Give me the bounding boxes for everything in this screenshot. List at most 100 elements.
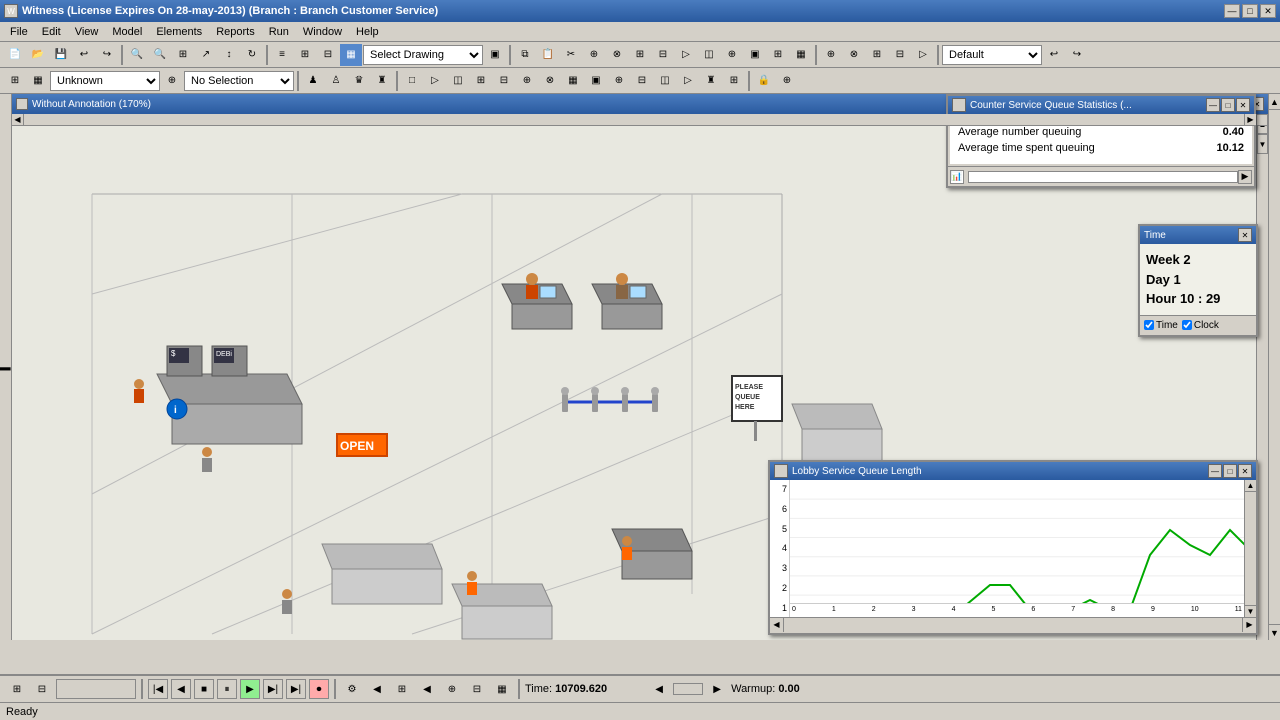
tool6[interactable]: ⊕ xyxy=(583,44,605,66)
t2-9[interactable]: ▷ xyxy=(424,70,446,92)
pb-next[interactable]: ▶| xyxy=(263,679,283,699)
stats-min[interactable]: — xyxy=(1206,98,1220,112)
stats-scrollbar[interactable] xyxy=(968,171,1238,183)
tool19[interactable]: ⊟ xyxy=(889,44,911,66)
menu-window[interactable]: Window xyxy=(297,25,348,39)
t2-7[interactable]: ♜ xyxy=(371,70,393,92)
time-checkbox[interactable] xyxy=(1144,320,1154,330)
t2-11[interactable]: ⊞ xyxy=(470,70,492,92)
cut-button[interactable]: ✂ xyxy=(560,44,582,66)
pb-input[interactable] xyxy=(56,679,136,699)
tool21[interactable]: ↩ xyxy=(1043,44,1065,66)
tool1[interactable]: ≡ xyxy=(271,44,293,66)
tool5[interactable]: ▣ xyxy=(484,44,506,66)
pb-end[interactable]: ▶| xyxy=(286,679,306,699)
menu-elements[interactable]: Elements xyxy=(150,25,208,39)
left-handle[interactable]: ▐ xyxy=(0,94,12,640)
tool15[interactable]: ▦ xyxy=(790,44,812,66)
t2-19[interactable]: ◫ xyxy=(654,70,676,92)
tool10[interactable]: ▷ xyxy=(675,44,697,66)
menu-reports[interactable]: Reports xyxy=(210,25,261,39)
pb-start[interactable]: |◀ xyxy=(148,679,168,699)
open-button[interactable]: 📂 xyxy=(27,44,49,66)
stats-max[interactable]: □ xyxy=(1221,98,1235,112)
t2-24[interactable]: ⊕ xyxy=(776,70,798,92)
stats-scroll-right[interactable]: ▶ xyxy=(1238,170,1252,184)
new-button[interactable]: 📄 xyxy=(4,44,26,66)
queue-hscrollbar[interactable]: ◀ ▶ xyxy=(770,617,1256,631)
time-slider[interactable] xyxy=(673,683,703,695)
pb-tool3[interactable]: ⚙ xyxy=(341,678,363,700)
hscroll-left[interactable]: ◀ xyxy=(12,114,24,125)
stats-chart-icon[interactable]: 📊 xyxy=(950,170,964,184)
pb-tool7[interactable]: ⊕ xyxy=(441,678,463,700)
tool3[interactable]: ⊟ xyxy=(317,44,339,66)
tool14[interactable]: ⊞ xyxy=(767,44,789,66)
tool11[interactable]: ◫ xyxy=(698,44,720,66)
t2-4[interactable]: ♟ xyxy=(302,70,324,92)
tool16[interactable]: ⊕ xyxy=(820,44,842,66)
redo-button[interactable]: ↪ xyxy=(96,44,118,66)
queue-max[interactable]: □ xyxy=(1223,464,1237,478)
t2-1[interactable]: ⊞ xyxy=(4,70,26,92)
tool4[interactable]: ▦ xyxy=(340,44,362,66)
move-button[interactable]: ↗ xyxy=(195,44,217,66)
pb-tool4[interactable]: ◀ xyxy=(366,678,388,700)
tool2[interactable]: ⊞ xyxy=(294,44,316,66)
t2-5[interactable]: ♙ xyxy=(325,70,347,92)
t2-20[interactable]: ▷ xyxy=(677,70,699,92)
menu-edit[interactable]: Edit xyxy=(36,25,67,39)
zoom-in-button[interactable]: 🔍 xyxy=(126,44,148,66)
outer-scroll-down[interactable]: ▼ xyxy=(1269,624,1280,640)
menu-view[interactable]: View xyxy=(69,25,105,39)
t2-15[interactable]: ▦ xyxy=(562,70,584,92)
tool20[interactable]: ▷ xyxy=(912,44,934,66)
tool13[interactable]: ▣ xyxy=(744,44,766,66)
t2-22[interactable]: ⊞ xyxy=(723,70,745,92)
queue-scroll-down[interactable]: ▼ xyxy=(1245,605,1256,617)
zoom-out-button[interactable]: 🔍 xyxy=(149,44,171,66)
zoom-fit-button[interactable]: ⊞ xyxy=(172,44,194,66)
default-dropdown[interactable]: Default xyxy=(942,45,1042,65)
t2-14[interactable]: ⊗ xyxy=(539,70,561,92)
t2-17[interactable]: ⊕ xyxy=(608,70,630,92)
menu-help[interactable]: Help xyxy=(350,25,385,39)
pb-time-right[interactable]: ▶ xyxy=(706,678,728,700)
pb-tool5[interactable]: ⊞ xyxy=(391,678,413,700)
minimize-button[interactable]: — xyxy=(1224,4,1240,18)
paste-button[interactable]: 📋 xyxy=(537,44,559,66)
t2-6[interactable]: ♛ xyxy=(348,70,370,92)
clock-checkbox[interactable] xyxy=(1182,320,1192,330)
tool7[interactable]: ⊗ xyxy=(606,44,628,66)
menu-run[interactable]: Run xyxy=(263,25,295,39)
t2-18[interactable]: ⊟ xyxy=(631,70,653,92)
pb-pause[interactable]: ⏸ xyxy=(217,679,237,699)
rotate-button[interactable]: ↻ xyxy=(241,44,263,66)
maximize-button[interactable]: □ xyxy=(1242,4,1258,18)
queue-hscroll-track[interactable] xyxy=(784,619,1242,631)
t2-10[interactable]: ◫ xyxy=(447,70,469,92)
no-selection-dropdown[interactable]: No Selection xyxy=(184,71,294,91)
pb-stop[interactable]: ■ xyxy=(194,679,214,699)
unknown-dropdown[interactable]: Unknown xyxy=(50,71,160,91)
arrow-button[interactable]: ↕ xyxy=(218,44,240,66)
pb-prev[interactable]: ◀ xyxy=(171,679,191,699)
queue-scroll-up[interactable]: ▲ xyxy=(1245,480,1256,492)
copy-button[interactable]: ⧉ xyxy=(514,44,536,66)
pb-play[interactable]: ▶ xyxy=(240,679,260,699)
outer-scroll-up[interactable]: ▲ xyxy=(1269,94,1280,110)
t2-3[interactable]: ⊕ xyxy=(161,70,183,92)
queue-scroll-left[interactable]: ◀ xyxy=(770,618,784,632)
menu-model[interactable]: Model xyxy=(106,25,148,39)
close-button[interactable]: ✕ xyxy=(1260,4,1276,18)
hscroll-right[interactable]: ▶ xyxy=(1244,114,1256,125)
menu-file[interactable]: File xyxy=(4,25,34,39)
t2-8[interactable]: □ xyxy=(401,70,423,92)
pb-tool2[interactable]: ⊟ xyxy=(31,678,53,700)
pb-tool6[interactable]: ◀ xyxy=(416,678,438,700)
tool18[interactable]: ⊞ xyxy=(866,44,888,66)
t2-21[interactable]: ♜ xyxy=(700,70,722,92)
tool17[interactable]: ⊗ xyxy=(843,44,865,66)
t2-12[interactable]: ⊟ xyxy=(493,70,515,92)
queue-min[interactable]: — xyxy=(1208,464,1222,478)
